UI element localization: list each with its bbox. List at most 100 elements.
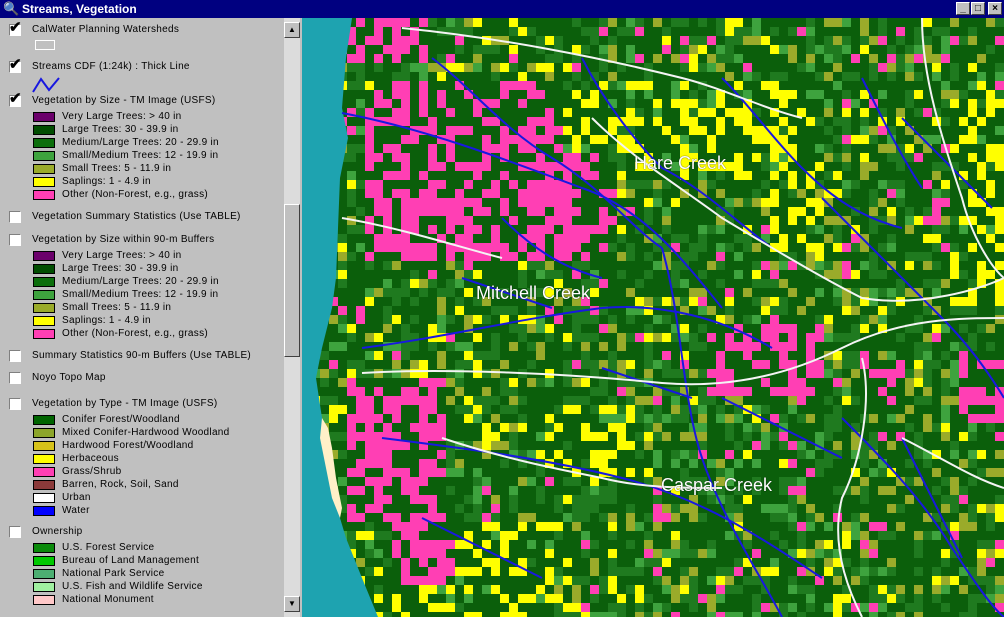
vegetation-cell [626,81,635,90]
scroll-up-arrow-icon[interactable]: ▲ [284,22,300,38]
vegetation-cell [617,612,626,617]
vegetation-cell [752,594,761,603]
vegetation-cell [464,513,473,522]
vegetation-cell [779,261,788,270]
layer-name[interactable]: Streams CDF (1:24k) : Thick Line [32,61,190,73]
layer-visibility-checkbox[interactable] [9,350,21,362]
layer-visibility-checkbox[interactable] [9,526,21,538]
vegetation-cell [671,405,680,414]
vegetation-cell [644,207,653,216]
layer-name[interactable]: Ownership [32,526,83,538]
vegetation-cell [392,513,401,522]
vegetation-cell [626,117,635,126]
vegetation-cell [671,396,680,405]
layer-visibility-checkbox[interactable] [9,211,21,223]
layer-name[interactable]: Noyo Topo Map [32,372,106,384]
vegetation-cell [401,468,410,477]
vegetation-cell [707,144,716,153]
layer-visibility-checkbox[interactable] [9,372,21,384]
vegetation-cell [734,54,743,63]
vegetation-cell [716,576,725,585]
layer-name[interactable]: Vegetation by Size - TM Image (USFS) [32,95,215,107]
layer-name[interactable]: Vegetation by Size within 90-m Buffers [32,234,214,246]
vegetation-cell [761,153,770,162]
toc-scrollbar[interactable]: ▲ ▼ [284,18,300,617]
vegetation-cell [968,243,977,252]
vegetation-cell [770,387,779,396]
vegetation-cell [977,468,986,477]
vegetation-cell [536,117,545,126]
vegetation-cell [455,504,464,513]
layer-name[interactable]: Vegetation Summary Statistics (Use TABLE… [32,211,241,223]
vegetation-cell [788,369,797,378]
vegetation-cell [527,117,536,126]
vegetation-cell [365,135,374,144]
layer-visibility-checkbox[interactable] [9,398,21,410]
layer-visibility-checkbox[interactable]: ✔ [9,91,22,107]
vegetation-cell [545,324,554,333]
vegetation-cell [626,387,635,396]
vegetation-cell [986,108,995,117]
layer-name[interactable]: CalWater Planning Watersheds [32,24,179,36]
vegetation-cell [536,135,545,144]
vegetation-cell [968,423,977,432]
vegetation-cell [401,576,410,585]
vegetation-cell [365,126,374,135]
vegetation-cell [590,153,599,162]
vegetation-cell [959,351,968,360]
vegetation-cell [878,351,887,360]
vegetation-cell [842,189,851,198]
vegetation-cell [878,468,887,477]
vegetation-cell [401,396,410,405]
vegetation-cell [995,90,1004,99]
vegetation-cell [968,126,977,135]
vegetation-cell [743,63,752,72]
vegetation-cell [653,459,662,468]
vegetation-cell [878,594,887,603]
vegetation-cell [410,522,419,531]
scroll-down-arrow-icon[interactable]: ▼ [284,596,300,612]
vegetation-cell [383,315,392,324]
vegetation-cell [410,360,419,369]
vegetation-cell [662,36,671,45]
vegetation-cell [455,234,464,243]
layer-name[interactable]: Vegetation by Type - TM Image (USFS) [32,398,218,410]
vegetation-cell [887,558,896,567]
vegetation-cell [842,90,851,99]
vegetation-cell [950,261,959,270]
vegetation-cell [617,333,626,342]
vegetation-cell [716,225,725,234]
map-canvas[interactable] [302,18,1004,617]
vegetation-cell [743,432,752,441]
minimize-button[interactable]: _ [956,2,970,15]
vegetation-cell [626,315,635,324]
vegetation-cell [617,189,626,198]
layer-visibility-checkbox[interactable] [9,234,21,246]
vegetation-cell [869,135,878,144]
vegetation-cell [347,126,356,135]
vegetation-cell [815,72,824,81]
layer-visibility-checkbox[interactable]: ✔ [9,20,22,36]
vegetation-cell [680,297,689,306]
maximize-button[interactable]: □ [971,2,985,15]
vegetation-cell [752,459,761,468]
vegetation-cell [383,306,392,315]
map-view[interactable]: Hare Creek Mitchell Creek Caspar Creek [302,18,1004,617]
vegetation-cell [455,576,464,585]
vegetation-cell [779,540,788,549]
vegetation-cell [482,117,491,126]
close-button[interactable]: × [988,2,1002,15]
vegetation-cell [824,153,833,162]
vegetation-cell [374,486,383,495]
vegetation-cell [689,369,698,378]
layer-visibility-checkbox[interactable]: ✔ [9,57,22,73]
vegetation-cell [932,531,941,540]
vegetation-cell [572,225,581,234]
vegetation-cell [545,594,554,603]
magnifier-icon[interactable]: 🔍 [3,2,19,16]
scrollbar-thumb[interactable] [284,204,300,357]
vegetation-cell [419,405,428,414]
layer-name[interactable]: Summary Statistics 90-m Buffers (Use TAB… [32,350,251,362]
vegetation-cell [653,99,662,108]
vegetation-cell [347,63,356,72]
